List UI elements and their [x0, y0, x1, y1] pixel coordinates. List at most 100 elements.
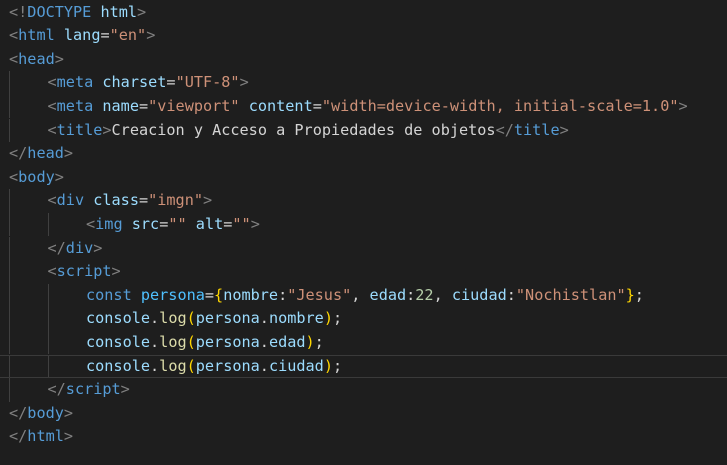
code-token: .	[150, 332, 160, 351]
code-line[interactable]: <body>	[0, 166, 727, 190]
code-token: </	[495, 120, 514, 139]
code-token: src	[131, 214, 160, 233]
code-token: ;	[332, 356, 343, 375]
code-token: (	[186, 356, 196, 375]
code-token: >	[146, 26, 156, 45]
code-token: =	[166, 73, 176, 92]
code-token: (	[186, 309, 196, 328]
code-token: .	[259, 309, 269, 328]
code-token: alt	[195, 214, 224, 233]
code-token: >	[63, 403, 74, 422]
code-line[interactable]: <img src="" alt="">	[0, 212, 727, 237]
code-line[interactable]: const persona={nombre:"Jesus", edad:22, …	[0, 283, 727, 308]
code-token: >	[54, 49, 64, 68]
code-editor[interactable]: <!DOCTYPE html> <html lang="en"> <head> <me…	[0, 0, 727, 465]
code-token: )	[323, 356, 333, 375]
indent-guide	[9, 236, 10, 261]
code-token: >	[63, 427, 74, 446]
indent-guide	[47, 212, 49, 237]
code-line[interactable]: <meta name="viewport" content="width=dev…	[0, 94, 727, 119]
code-line[interactable]: console.log(persona.edad);	[0, 330, 727, 355]
indent-guide	[47, 330, 49, 355]
code-line[interactable]: <!DOCTYPE html>	[0, 1, 727, 25]
code-token: >	[559, 120, 569, 139]
code-token: </	[9, 403, 28, 422]
code-token: =	[100, 26, 110, 45]
code-token: <	[47, 262, 57, 281]
code-token: script	[65, 380, 121, 399]
code-token: title	[513, 120, 560, 139]
code-token: class	[93, 191, 139, 210]
indent-guide	[47, 283, 49, 308]
code-token: charset	[102, 73, 167, 92]
code-token: 22	[415, 285, 434, 304]
code-token: log	[159, 356, 187, 375]
code-token: persona	[195, 332, 260, 351]
code-token: lang	[63, 26, 101, 45]
code-token: edad	[369, 285, 407, 304]
code-line[interactable]: console.log(persona.nombre);	[0, 307, 727, 331]
indent-guide	[9, 330, 10, 355]
code-token: img	[95, 214, 123, 233]
indent-guide	[9, 283, 10, 308]
code-token: =	[204, 285, 215, 304]
code-token: >	[239, 73, 249, 92]
code-token: :	[506, 285, 516, 304]
code-token: <	[9, 26, 19, 45]
code-line[interactable]: <head>	[0, 48, 727, 72]
code-line[interactable]: <title>Creacion y Acceso a Propiedades d…	[0, 118, 727, 143]
code-token: log	[159, 332, 187, 351]
code-token: head	[27, 144, 64, 163]
code-token: meta	[56, 96, 94, 115]
code-token: >	[63, 144, 74, 163]
code-token: <	[47, 96, 57, 115]
code-token: >	[250, 214, 260, 233]
indent-guide	[9, 355, 10, 378]
code-token: </	[9, 144, 28, 163]
code-token: "viewport"	[148, 96, 240, 115]
code-line[interactable]: </head>	[0, 142, 727, 166]
code-line[interactable]: console.log(persona.ciudad);	[0, 354, 727, 379]
code-line[interactable]: <html lang="en">	[0, 24, 727, 48]
code-line[interactable]: <script>	[0, 260, 727, 284]
code-token: =	[138, 96, 149, 115]
code-token: >	[137, 2, 147, 21]
code-token: ciudad	[451, 285, 507, 304]
code-token: </	[9, 427, 28, 446]
code-token: nombre	[268, 309, 324, 328]
code-token: <	[9, 167, 19, 186]
code-token: content	[248, 96, 313, 115]
indent-guide	[47, 307, 49, 331]
code-token: .	[259, 356, 269, 375]
code-line[interactable]: </html>	[0, 425, 727, 449]
code-token: .	[150, 309, 160, 328]
code-line[interactable]: </div>	[0, 236, 727, 261]
code-token: ""	[168, 214, 187, 233]
code-token: "Jesus"	[287, 285, 352, 304]
code-token: DOCTYPE	[27, 2, 92, 21]
code-token: <	[86, 214, 96, 233]
code-line[interactable]: </script>	[0, 378, 727, 402]
indent-guide	[9, 118, 10, 143]
code-token: name	[102, 96, 139, 115]
code-token: :	[278, 285, 288, 304]
indent-guide	[9, 307, 10, 331]
code-token: html	[18, 26, 55, 45]
code-token: console	[86, 309, 151, 328]
code-line[interactable]: <div class="imgn">	[0, 189, 727, 213]
code-token: edad	[268, 332, 306, 351]
code-token: (	[186, 332, 196, 351]
code-line[interactable]: <meta charset="UTF-8">	[0, 71, 727, 95]
code-token: )	[323, 309, 333, 328]
code-token: .	[150, 356, 160, 375]
code-line[interactable]: </body>	[0, 402, 727, 426]
indent-guide	[9, 189, 10, 213]
code-token: Creacion y Acceso a Propiedades de objet…	[111, 120, 496, 139]
code-token: </	[47, 238, 66, 257]
